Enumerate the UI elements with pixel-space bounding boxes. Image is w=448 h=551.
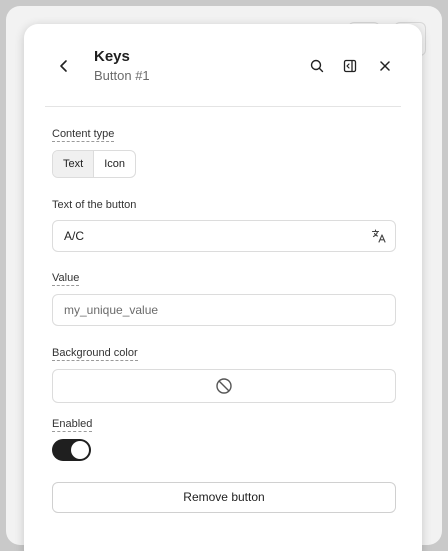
close-button[interactable] bbox=[373, 54, 397, 78]
toggle-knob bbox=[71, 441, 89, 459]
content-type-option-icon[interactable]: Icon bbox=[94, 151, 135, 177]
value-label: Value bbox=[52, 272, 80, 286]
value-input[interactable]: my_unique_value bbox=[52, 294, 396, 326]
translate-button[interactable] bbox=[371, 228, 387, 244]
close-icon bbox=[380, 61, 390, 71]
translate-icon bbox=[371, 229, 386, 243]
content-type-switch: Text Icon bbox=[52, 150, 136, 178]
back-button[interactable] bbox=[52, 54, 76, 78]
search-button[interactable] bbox=[305, 54, 329, 78]
panel-header: Keys Button #1 bbox=[24, 24, 422, 106]
enabled-toggle[interactable] bbox=[52, 439, 91, 461]
header-divider bbox=[45, 106, 401, 107]
chevron-left-icon bbox=[60, 60, 67, 72]
button-text-input[interactable]: A/C bbox=[52, 220, 396, 252]
content-type-label: Content type bbox=[52, 128, 115, 142]
search-icon bbox=[310, 59, 324, 73]
panel-subtitle: Button #1 bbox=[94, 68, 150, 83]
remove-button[interactable]: Remove button bbox=[52, 482, 396, 513]
panel-toggle-icon bbox=[343, 59, 357, 73]
enabled-label: Enabled bbox=[52, 418, 93, 432]
button-text-label: Text of the button bbox=[52, 199, 137, 211]
panel-title: Keys bbox=[94, 48, 130, 65]
content-type-option-text[interactable]: Text bbox=[53, 151, 95, 177]
background-color-label: Background color bbox=[52, 347, 138, 361]
settings-panel: Keys Button #1 Content type Text Icon Te… bbox=[24, 24, 422, 551]
button-text-value: A/C bbox=[64, 229, 85, 243]
panel-toggle-button[interactable] bbox=[338, 54, 362, 78]
background-color-picker[interactable] bbox=[52, 369, 396, 403]
no-color-icon bbox=[216, 378, 232, 394]
